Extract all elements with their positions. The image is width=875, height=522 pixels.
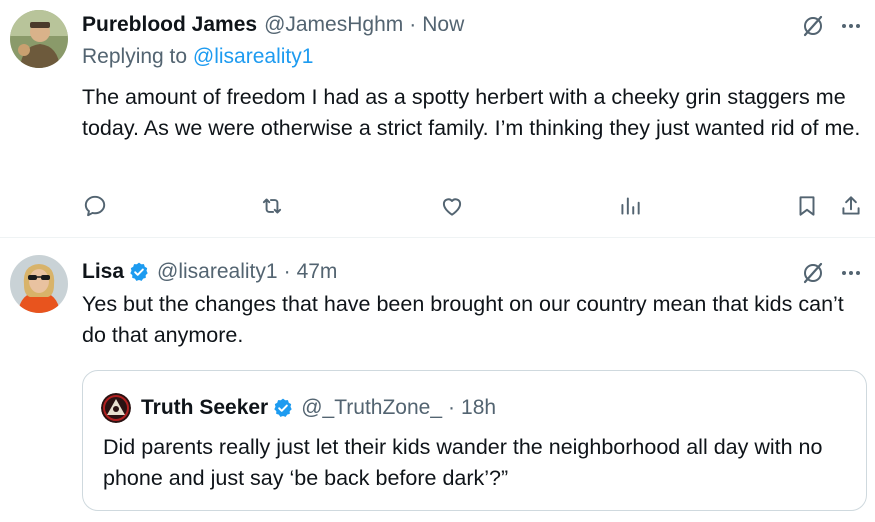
avatar[interactable] <box>101 393 131 423</box>
separator-dot: · <box>409 13 417 36</box>
separator-dot: · <box>283 260 291 283</box>
retweet-icon <box>262 198 282 214</box>
grok-icon[interactable] <box>801 261 825 285</box>
replying-to: Replying to @lisareality1 <box>82 45 313 69</box>
timestamp[interactable]: Now <box>422 13 464 37</box>
truth-seeker-logo-icon <box>101 393 131 423</box>
tweet-reply-pureblood-james[interactable]: Pureblood James @JamesHghm · Now Replyin… <box>0 0 875 238</box>
display-name[interactable]: Pureblood James <box>82 13 257 37</box>
user-handle[interactable]: @_TruthZone_ <box>301 396 442 420</box>
reply-button[interactable] <box>82 190 108 222</box>
views-icon <box>621 197 640 215</box>
replying-to-handle[interactable]: @lisareality1 <box>193 45 314 68</box>
action-bar <box>82 190 867 222</box>
retweet-button[interactable] <box>259 190 285 222</box>
avatar[interactable] <box>10 255 68 313</box>
replying-to-label: Replying to <box>82 45 188 68</box>
quoted-tweet[interactable]: Truth Seeker @_TruthZone_ · 18h Did pare… <box>82 370 867 511</box>
more-icon[interactable] <box>839 14 863 38</box>
verified-badge-icon <box>130 262 148 281</box>
more-icon[interactable] <box>839 261 863 285</box>
tweet-text: The amount of freedom I had as a spotty … <box>82 85 861 140</box>
display-name[interactable]: Truth Seeker <box>141 396 268 420</box>
display-name[interactable]: Lisa <box>82 260 124 284</box>
timestamp[interactable]: 47m <box>297 260 338 284</box>
quoted-tweet-header: Truth Seeker @_TruthZone_ · 18h <box>101 393 496 423</box>
tweet-lisa[interactable]: Lisa @lisareality1 · 47m Yes but the cha… <box>0 239 875 522</box>
verified-badge-icon <box>274 398 292 417</box>
bookmark-icon <box>799 196 815 216</box>
user-avatar-icon <box>10 10 68 68</box>
user-handle[interactable]: @JamesHghm <box>264 13 403 37</box>
like-button[interactable] <box>439 190 465 222</box>
grok-icon[interactable] <box>801 14 825 38</box>
header-actions <box>801 14 863 38</box>
timestamp[interactable]: 18h <box>461 396 496 420</box>
views-button[interactable] <box>617 190 643 222</box>
tweet-text: Yes but the changes that have been broug… <box>82 292 844 347</box>
user-handle[interactable]: @lisareality1 <box>157 260 278 284</box>
reply-icon <box>84 195 106 217</box>
tweet-header: Pureblood James @JamesHghm · Now <box>82 10 875 40</box>
separator-dot: · <box>448 396 456 419</box>
bookmark-button[interactable] <box>794 190 820 222</box>
header-actions <box>801 261 863 285</box>
user-avatar-icon <box>10 255 68 313</box>
like-icon <box>442 198 462 216</box>
quoted-tweet-text: Did parents really just let their kids w… <box>103 435 823 490</box>
avatar[interactable] <box>10 10 68 68</box>
share-icon <box>842 196 860 215</box>
tweet-header: Lisa @lisareality1 · 47m <box>82 257 875 287</box>
share-button[interactable] <box>838 190 864 222</box>
